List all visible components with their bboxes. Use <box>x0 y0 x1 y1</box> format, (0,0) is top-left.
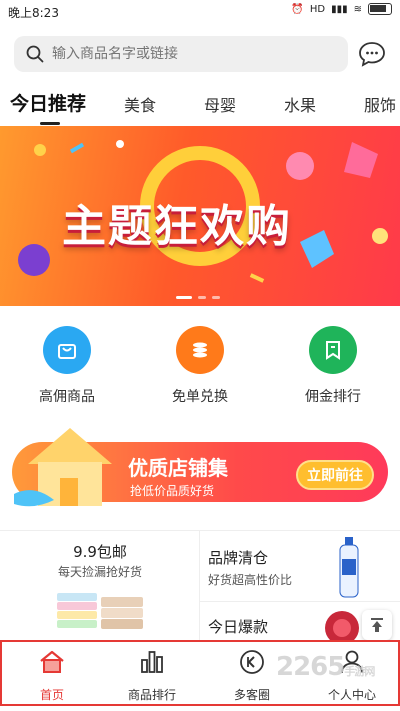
quick-link-high-commission[interactable]: 高佣商品 <box>2 326 132 406</box>
tab-baby[interactable]: 母婴 <box>204 92 236 116</box>
nav-label: 商品排行 <box>127 688 176 702</box>
promo-subtitle: 抢低价品质好货 <box>130 484 215 498</box>
quick-link-commission-rank[interactable]: 佣金排行 <box>268 326 398 406</box>
promo-title: 优质店铺集 <box>128 456 228 480</box>
signal-icon: ▮▮▮ <box>331 3 348 15</box>
banner-dot <box>212 296 220 299</box>
featured-brand-clearance[interactable]: 品牌清仓 好货超高性价比 <box>200 530 400 602</box>
featured-free-shipping[interactable]: 9.9包邮 每天捡漏抢好货 <box>0 530 200 640</box>
tab-clothing[interactable]: 服饰 <box>364 92 396 116</box>
active-tab-indicator <box>40 122 60 125</box>
quick-link-label: 免单兑换 <box>172 389 228 405</box>
bookmark-icon <box>309 326 357 374</box>
banner-dot <box>176 296 192 299</box>
search-box[interactable] <box>14 36 348 72</box>
home-icon <box>40 650 64 673</box>
banner-pagination <box>176 296 220 299</box>
featured-title: 品牌清仓 <box>208 549 269 567</box>
arrow-up-icon <box>371 618 383 632</box>
search-row <box>14 36 386 72</box>
status-bar: 晚上8:23 ⏰ HD ▮▮▮ ≋ <box>0 0 400 24</box>
go-now-button[interactable]: 立即前往 <box>296 460 374 490</box>
chat-icon[interactable] <box>358 40 386 68</box>
watermark: 2265手游网 <box>276 652 375 682</box>
nav-label: 多客圈 <box>233 688 270 702</box>
category-tabs: 今日推荐 美食 母婴 水果 服饰 <box>0 86 400 125</box>
status-icons: ⏰ HD ▮▮▮ ≋ <box>291 3 392 15</box>
bag-icon <box>43 326 91 374</box>
tab-food[interactable]: 美食 <box>124 92 156 116</box>
tab-fruit[interactable]: 水果 <box>284 92 316 116</box>
house-icon <box>14 428 112 507</box>
quality-shops-promo[interactable]: 优质店铺集 抢低价品质好货 立即前往 <box>12 424 388 510</box>
bottle-image <box>339 537 359 598</box>
featured-subtitle: 好货超高性价比 <box>208 573 293 587</box>
network-label: HD <box>309 3 326 15</box>
battery-icon <box>368 3 392 15</box>
nav-label: 首页 <box>39 688 64 702</box>
banner-dot <box>198 296 206 299</box>
quick-link-free-exchange[interactable]: 免单兑换 <box>135 326 265 406</box>
banner-title: 主题狂欢购 <box>62 201 292 252</box>
search-icon <box>26 45 44 63</box>
circle-back-icon <box>240 650 264 674</box>
quick-link-label: 高佣商品 <box>39 389 95 405</box>
wifi-icon: ≋ <box>353 3 362 15</box>
featured-title: 今日爆款 <box>208 618 269 636</box>
nav-label: 个人中心 <box>327 688 376 702</box>
bar-chart-icon <box>141 651 163 673</box>
scroll-top-button[interactable] <box>362 610 392 640</box>
featured-subtitle: 每天捡漏抢好货 <box>57 565 142 579</box>
nav-home[interactable]: 首页 <box>2 648 102 703</box>
nav-ranking[interactable]: 商品排行 <box>102 648 202 703</box>
quick-link-label: 佣金排行 <box>305 389 361 405</box>
featured-title: 9.9包邮 <box>73 543 127 561</box>
search-input[interactable] <box>52 46 312 62</box>
promo-banner[interactable]: 主题狂欢购 <box>0 126 400 306</box>
towels-image <box>57 593 143 629</box>
status-time: 晚上8:23 <box>8 6 59 20</box>
coins-icon <box>176 326 224 374</box>
alarm-icon: ⏰ <box>291 3 304 15</box>
tab-today[interactable]: 今日推荐 <box>10 89 86 116</box>
